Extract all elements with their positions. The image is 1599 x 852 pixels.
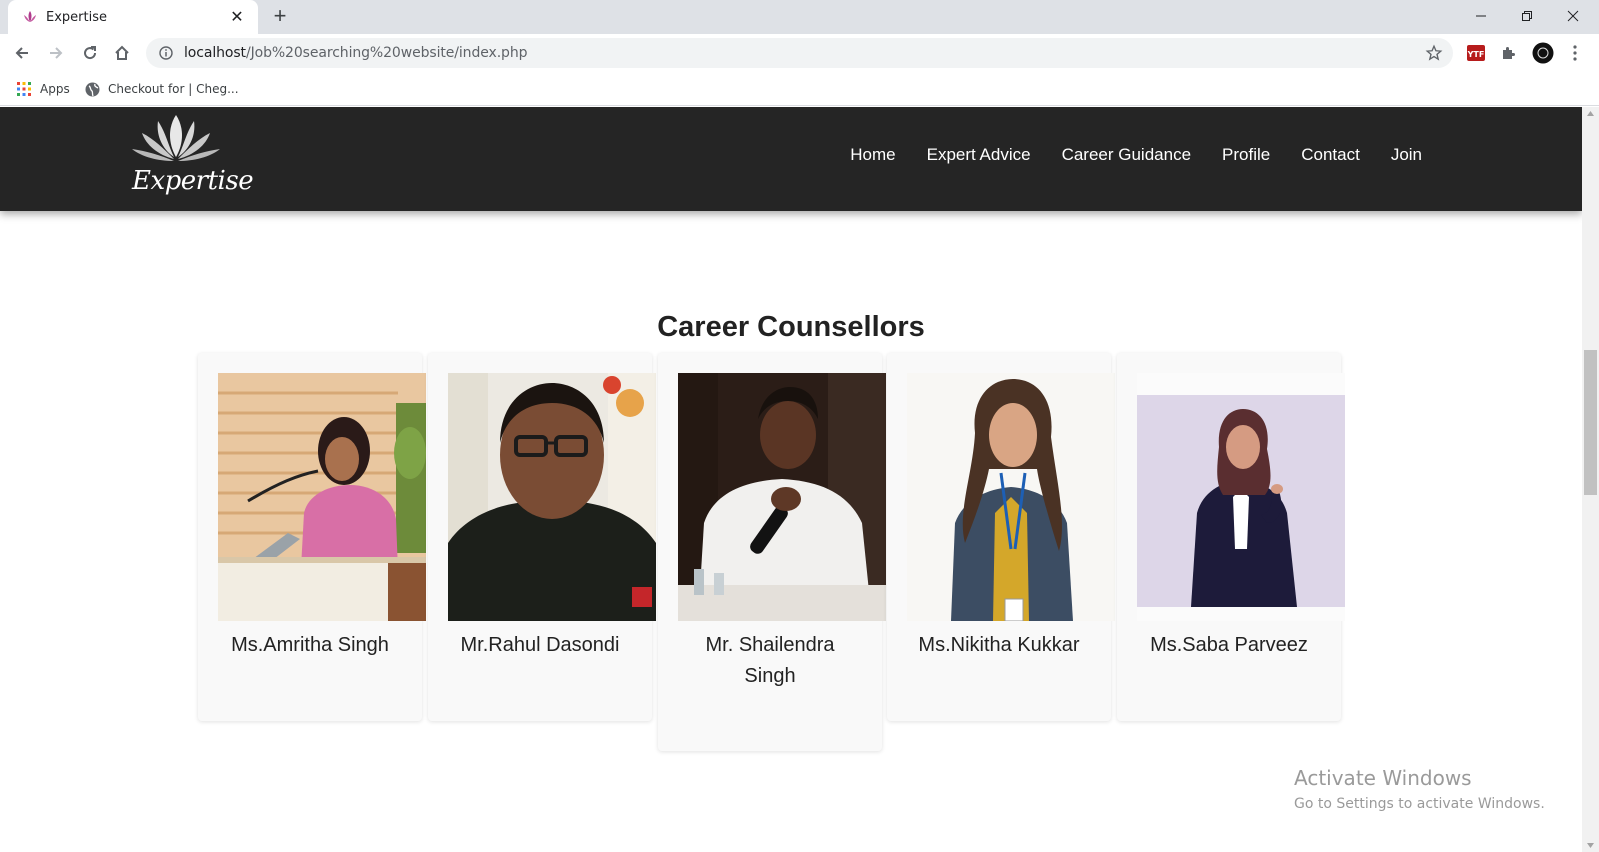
counsellor-name: Ms.Saba Parveez — [1150, 634, 1308, 656]
counsellor-name: Ms.Nikitha Kukkar — [918, 634, 1080, 656]
scrollbar-thumb[interactable] — [1584, 350, 1597, 495]
brand-name: Expertise — [132, 166, 254, 196]
bookmark-apps[interactable]: Apps — [16, 79, 70, 99]
nav-join[interactable]: Join — [1391, 145, 1422, 165]
nav-profile[interactable]: Profile — [1222, 145, 1270, 165]
ytf-extension-icon[interactable]: YTF — [1465, 42, 1487, 64]
counsellor-photo — [218, 373, 426, 621]
section-title: Career Counsellors — [657, 311, 925, 343]
minimize-icon[interactable] — [1458, 0, 1504, 32]
counsellor-card[interactable]: Ms.Nikitha Kukkar — [887, 353, 1115, 721]
page-scrollbar[interactable] — [1582, 107, 1599, 852]
browser-menu-icon[interactable] — [1567, 42, 1583, 64]
bookmark-chegg[interactable]: Checkout for | Cheg... — [84, 79, 239, 99]
site-logo[interactable]: Expertise — [128, 111, 254, 206]
page-viewport: Expertise Home Expert Advice Career Guid… — [0, 107, 1582, 852]
back-arrow-icon[interactable] — [8, 39, 36, 67]
tab-close-icon[interactable]: ✕ — [228, 7, 246, 27]
watermark-line1: Activate Windows — [1294, 766, 1472, 790]
windows-activation-watermark: Activate Windows Go to Settings to activ… — [1294, 766, 1545, 812]
site-info-icon[interactable] — [158, 45, 174, 61]
tab-title: Expertise — [46, 9, 107, 25]
globe-icon — [84, 81, 100, 97]
browser-tab[interactable]: Expertise ✕ — [8, 0, 258, 34]
bookmark-label: Checkout for | Cheg... — [108, 82, 239, 96]
scroll-down-arrow-icon[interactable] — [1586, 841, 1595, 850]
counsellor-name: Mr. Shailendra Singh — [705, 634, 835, 687]
counsellor-photo — [907, 373, 1115, 621]
counsellor-photo — [678, 373, 886, 621]
counsellor-photo — [448, 373, 656, 621]
browser-tabstrip: Expertise ✕ + — [0, 0, 1599, 34]
url-text: localhost/Job%20searching%20website/inde… — [184, 45, 528, 61]
new-tab-button[interactable]: + — [268, 5, 292, 29]
counsellor-card[interactable]: Ms.Saba Parveez — [1117, 353, 1345, 721]
counsellor-name: Mr.Rahul Dasondi — [460, 634, 620, 656]
close-window-icon[interactable] — [1550, 0, 1596, 32]
apps-grid-icon — [16, 81, 32, 97]
forward-arrow-icon[interactable] — [42, 39, 70, 67]
nav-career-guidance[interactable]: Career Guidance — [1062, 145, 1191, 165]
nav-expert-advice[interactable]: Expert Advice — [927, 145, 1031, 165]
counsellor-photo — [1137, 373, 1345, 621]
counsellor-name: Ms.Amritha Singh — [231, 634, 389, 656]
counsellor-card[interactable]: Ms.Amritha Singh — [198, 353, 426, 721]
lotus-favicon-icon — [22, 9, 38, 25]
bookmark-label: Apps — [40, 82, 70, 96]
puzzle-extensions-icon[interactable] — [1498, 42, 1520, 64]
svg-text:YTF: YTF — [1467, 50, 1485, 59]
site-navbar: Expertise Home Expert Advice Career Guid… — [0, 107, 1582, 211]
nav-home[interactable]: Home — [850, 145, 895, 165]
profile-avatar-icon[interactable] — [1532, 42, 1554, 64]
lotus-logo-icon — [132, 115, 220, 161]
home-icon[interactable] — [108, 39, 136, 67]
main-menu: Home Expert Advice Career Guidance Profi… — [850, 145, 1422, 165]
reload-icon[interactable] — [76, 39, 104, 67]
counsellor-card[interactable]: Mr.Rahul Dasondi — [428, 353, 656, 721]
bookmark-star-icon[interactable] — [1425, 44, 1443, 62]
counsellor-card[interactable]: Mr. Shailendra Singh — [658, 353, 886, 751]
browser-toolbar: localhost/Job%20searching%20website/inde… — [0, 34, 1599, 72]
scroll-up-arrow-icon[interactable] — [1586, 109, 1595, 118]
address-bar[interactable]: localhost/Job%20searching%20website/inde… — [146, 38, 1453, 68]
restore-icon[interactable] — [1504, 0, 1550, 32]
watermark-line2: Go to Settings to activate Windows. — [1294, 796, 1545, 812]
bookmarks-bar: Apps Checkout for | Cheg... — [0, 72, 1599, 106]
nav-contact[interactable]: Contact — [1301, 145, 1360, 165]
